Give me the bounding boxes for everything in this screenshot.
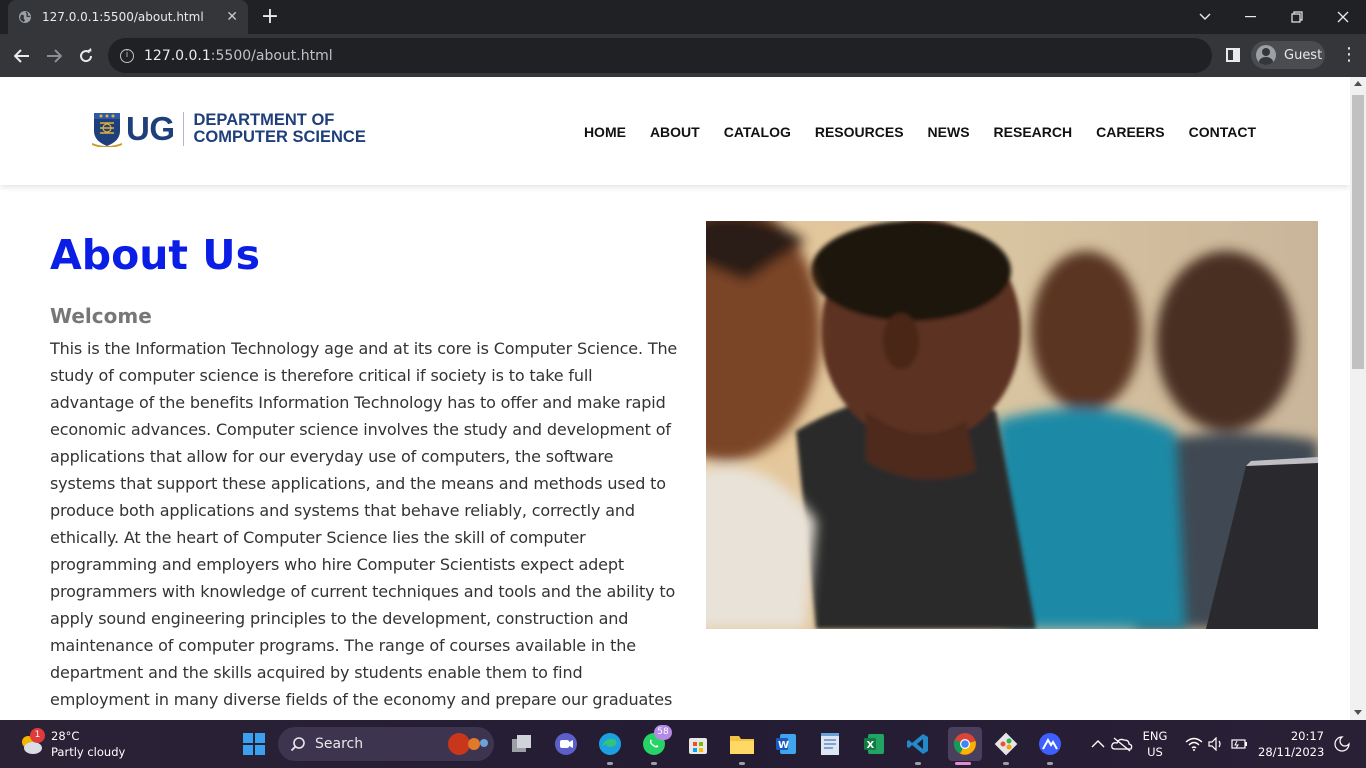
logo-department-text: DEPARTMENT OF COMPUTER SCIENCE [194, 112, 366, 146]
about-content: About Us Welcome This is the Information… [50, 227, 680, 713]
vpn-icon[interactable] [1036, 730, 1064, 758]
profile-name: Guest [1284, 47, 1323, 63]
scroll-up-arrow[interactable] [1354, 81, 1362, 86]
section-subtitle: Welcome [50, 304, 152, 328]
new-tab-button[interactable]: + [258, 5, 282, 29]
browser-tab-bar: 127.0.0.1:5500/about.html ✕ + [0, 0, 1366, 34]
back-icon[interactable] [8, 42, 36, 70]
weather-badge: 1 [30, 728, 45, 743]
whatsapp-badge: 58 [654, 725, 672, 740]
tab-title: 127.0.0.1:5500/about.html [42, 10, 204, 24]
weather-description: Partly cloudy [51, 745, 126, 759]
nav-news[interactable]: NEWS [928, 124, 970, 140]
logo-line-1: DEPARTMENT OF [193, 111, 335, 129]
edge-running-indicator [607, 762, 613, 765]
nav-careers[interactable]: CAREERS [1096, 124, 1164, 140]
url-host: 127.0.0.1 [144, 47, 211, 64]
logo-divider [182, 112, 184, 146]
language-indicator[interactable]: ENG US [1140, 728, 1170, 760]
start-icon[interactable] [240, 730, 268, 758]
whatsapp-running-indicator [651, 762, 657, 765]
address-bar[interactable]: i 127.0.0.1:5500/about.html [108, 38, 1212, 73]
site-logo[interactable]: UG DEPARTMENT OF COMPUTER SCIENCE [92, 110, 366, 148]
nav-catalog[interactable]: CATALOG [724, 124, 791, 140]
side-panel-icon[interactable] [1226, 48, 1240, 62]
partly-cloudy-icon: 1 [18, 728, 45, 757]
scroll-thumb[interactable] [1352, 95, 1364, 369]
nav-research[interactable]: RESEARCH [994, 124, 1073, 140]
url-path: :5500/about.html [210, 47, 333, 64]
logo-ug-text: UG [126, 110, 175, 147]
git-icon[interactable] [992, 730, 1020, 758]
language-line-2: US [1147, 745, 1163, 759]
svg-text:X: X [867, 740, 875, 751]
svg-text:W: W [778, 740, 789, 751]
restore-button[interactable] [1274, 0, 1320, 34]
onedrive-icon[interactable] [1108, 730, 1136, 758]
nav-about[interactable]: ABOUT [650, 124, 700, 140]
taskbar: 1 28°C Partly cloudy Search 58 W X ENG U… [0, 720, 1366, 768]
language-line-1: ENG [1142, 729, 1168, 743]
vscode-running-indicator [915, 762, 921, 765]
nav-home[interactable]: HOME [584, 124, 626, 140]
excel-icon[interactable]: X [860, 730, 888, 758]
close-window-button[interactable] [1320, 0, 1366, 34]
globe-icon [19, 11, 31, 23]
main-nav: HOME ABOUT CATALOG RESOURCES NEWS RESEAR… [560, 124, 1256, 140]
chrome-active-indicator [955, 762, 971, 765]
logo-line-2: COMPUTER SCIENCE [193, 128, 366, 146]
site-info-icon[interactable]: i [120, 48, 134, 63]
nav-resources[interactable]: RESOURCES [815, 124, 904, 140]
teams-chat-icon[interactable] [552, 730, 580, 758]
system-clock[interactable]: 20:17 28/11/2023 [1258, 728, 1324, 760]
explorer-running-indicator [739, 762, 745, 765]
page-viewport: UG DEPARTMENT OF COMPUTER SCIENCE HOME A… [0, 77, 1350, 720]
whatsapp-icon[interactable]: 58 [640, 725, 672, 758]
clock-date: 28/11/2023 [1258, 745, 1325, 759]
task-view-icon[interactable] [508, 730, 536, 758]
profile-button[interactable]: Guest [1251, 41, 1325, 69]
menu-icon[interactable]: ⋮ [1340, 46, 1358, 66]
forward-icon[interactable] [40, 42, 68, 70]
about-paragraph: This is the Information Technology age a… [50, 339, 678, 709]
nav-contact[interactable]: CONTACT [1189, 124, 1256, 140]
taskbar-search[interactable]: Search [278, 727, 494, 761]
vpn-running-indicator [1047, 762, 1053, 765]
search-highlight-icon [448, 733, 488, 755]
scroll-down-arrow[interactable] [1354, 710, 1362, 715]
page-scrollbar[interactable] [1350, 77, 1366, 720]
git-running-indicator [1003, 762, 1009, 765]
notepad-icon[interactable] [816, 730, 844, 758]
notifications-icon[interactable] [1328, 730, 1356, 758]
search-label: Search [315, 736, 364, 752]
file-explorer-icon[interactable] [728, 730, 756, 758]
avatar-icon [1256, 45, 1276, 65]
battery-icon[interactable] [1226, 730, 1254, 758]
tab-search-icon[interactable] [1182, 0, 1228, 34]
vscode-icon[interactable] [904, 730, 932, 758]
site-header: UG DEPARTMENT OF COMPUTER SCIENCE HOME A… [0, 77, 1350, 185]
search-icon [290, 737, 305, 752]
edge-icon[interactable] [596, 730, 624, 758]
browser-toolbar: i 127.0.0.1:5500/about.html Guest ⋮ [0, 34, 1366, 77]
close-tab-icon[interactable]: ✕ [226, 9, 238, 25]
browser-tab[interactable]: 127.0.0.1:5500/about.html ✕ [8, 0, 248, 34]
store-icon[interactable] [684, 730, 712, 758]
word-icon[interactable]: W [772, 730, 800, 758]
page-title: About Us [50, 231, 261, 279]
students-image [706, 221, 1318, 629]
weather-temperature: 28°C [51, 729, 80, 743]
reload-icon[interactable] [72, 42, 100, 70]
weather-widget[interactable]: 1 28°C Partly cloudy [18, 728, 125, 760]
chrome-icon[interactable] [948, 727, 982, 761]
students-photo [706, 221, 1318, 629]
crest-icon [92, 113, 122, 147]
clock-time: 20:17 [1290, 729, 1324, 743]
minimize-button[interactable] [1228, 0, 1274, 34]
